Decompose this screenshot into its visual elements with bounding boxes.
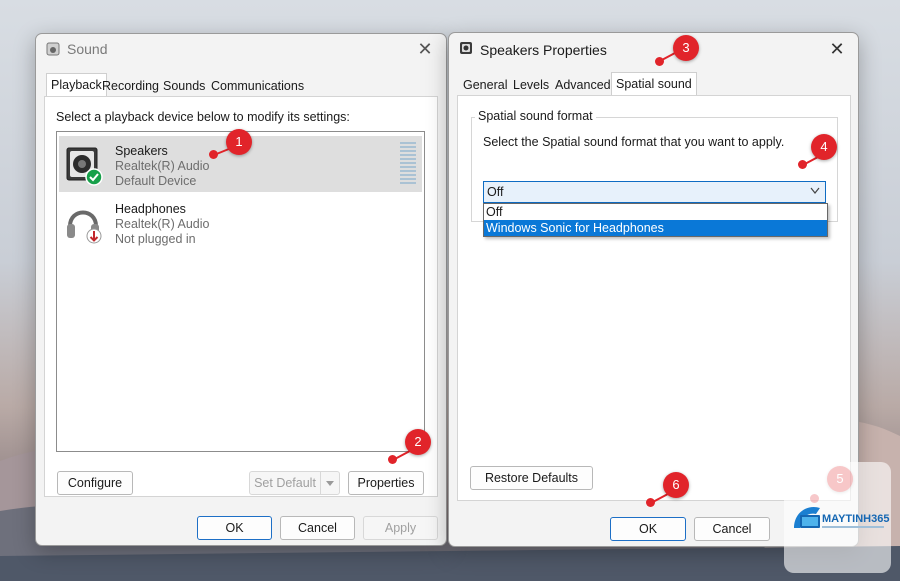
properties-tabs: General Levels Advanced Spatial sound: [457, 72, 850, 96]
chevron-down-icon: [326, 481, 334, 486]
apply-button: Apply: [363, 516, 438, 540]
speaker-app-icon: [460, 42, 472, 54]
device-status: Default Device: [115, 174, 197, 188]
spatial-format-dropdown: Off Windows Sonic for Headphones: [483, 203, 828, 237]
sound-window-title: Sound: [67, 41, 108, 57]
default-check-icon: [85, 168, 103, 186]
properties-button[interactable]: Properties: [348, 471, 424, 495]
tab-communications[interactable]: Communications: [207, 75, 308, 97]
step-marker-5: 5: [827, 466, 853, 492]
properties-close-button[interactable]: ✕: [826, 38, 848, 60]
select-value: Off: [487, 185, 504, 199]
step-marker-1: 1: [226, 129, 252, 155]
device-list[interactable]: Speakers Realtek(R) Audio Default Device…: [56, 131, 425, 452]
sound-titlebar[interactable]: Sound ✕: [36, 34, 446, 64]
tab-levels[interactable]: Levels: [509, 74, 553, 96]
device-driver: Realtek(R) Audio: [115, 159, 210, 173]
spatial-format-group-title: Spatial sound format: [475, 109, 596, 123]
sound-close-button[interactable]: ✕: [414, 38, 436, 60]
step-marker-2: 2: [405, 429, 431, 455]
sound-dialog: Sound ✕ Playback Recording Sounds Commun…: [35, 33, 447, 546]
properties-cancel-button[interactable]: Cancel: [694, 517, 770, 541]
spatial-instruction: Select the Spatial sound format that you…: [483, 135, 785, 149]
level-meter: [400, 142, 416, 186]
set-default-button: Set Default: [249, 471, 321, 495]
tab-sounds[interactable]: Sounds: [159, 75, 209, 97]
playback-instruction: Select a playback device below to modify…: [56, 110, 350, 124]
sound-ok-button[interactable]: OK: [197, 516, 272, 540]
tab-general[interactable]: General: [459, 74, 511, 96]
sound-tabs: Playback Recording Sounds Communications: [44, 73, 438, 97]
speaker-icon: [66, 147, 103, 186]
step-marker-3: 3: [673, 35, 699, 61]
step-marker-6: 6: [663, 472, 689, 498]
device-name: Headphones: [115, 202, 186, 216]
tab-spatial-sound[interactable]: Spatial sound: [611, 72, 697, 96]
device-driver: Realtek(R) Audio: [115, 217, 210, 231]
device-headphones[interactable]: Headphones Realtek(R) Audio Not plugged …: [59, 194, 422, 250]
spatial-format-select[interactable]: Off: [483, 181, 826, 203]
configure-button[interactable]: Configure: [57, 471, 133, 495]
restore-defaults-button[interactable]: Restore Defaults: [470, 466, 593, 490]
tab-advanced[interactable]: Advanced: [551, 74, 615, 96]
dropdown-option-windows-sonic[interactable]: Windows Sonic for Headphones: [484, 220, 827, 236]
device-name: Speakers: [115, 144, 168, 158]
device-status: Not plugged in: [115, 232, 196, 246]
speaker-app-icon: [46, 42, 60, 56]
properties-ok-button[interactable]: OK: [610, 517, 686, 541]
headphones-icon: [67, 210, 102, 244]
maytinh365-logo: MAYTINH365: [794, 506, 889, 528]
set-default-dropdown-button: [320, 471, 340, 495]
sound-cancel-button[interactable]: Cancel: [280, 516, 355, 540]
step-marker-4: 4: [811, 134, 837, 160]
svg-text:MAYTINH365: MAYTINH365: [822, 513, 889, 525]
properties-window-title: Speakers Properties: [480, 42, 607, 58]
dropdown-option-off[interactable]: Off: [484, 204, 827, 220]
chevron-down-icon: [810, 187, 820, 194]
properties-titlebar[interactable]: Speakers Properties ✕: [449, 33, 858, 63]
tab-recording[interactable]: Recording: [98, 75, 163, 97]
